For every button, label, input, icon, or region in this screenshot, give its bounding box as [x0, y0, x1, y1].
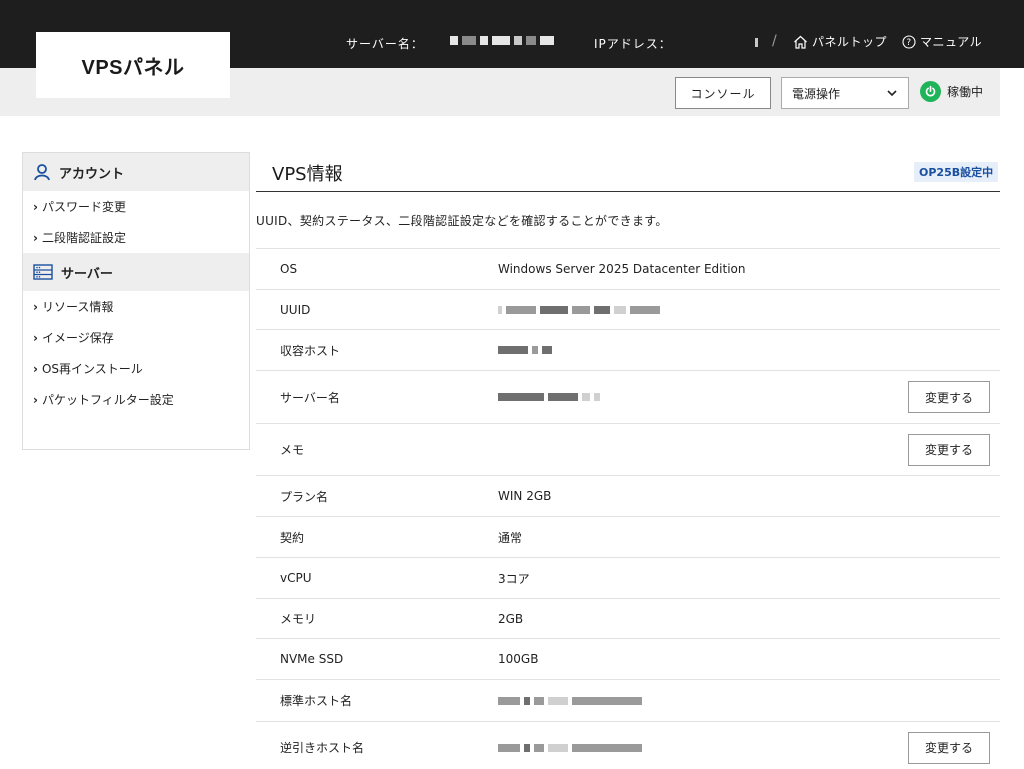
row-label: 収容ホスト: [280, 343, 341, 358]
table-row-os: OS Windows Server 2025 Datacenter Editio…: [256, 248, 1000, 289]
row-value: 通常: [498, 530, 523, 545]
row-label: 逆引きホスト名: [280, 741, 365, 755]
table-row-contract: 契約 通常: [256, 516, 1000, 557]
manual-label: マニュアル: [920, 35, 983, 49]
help-icon: ?: [902, 34, 916, 49]
sidebar-item-label: リソース情報: [41, 300, 114, 314]
sidebar-item-label: パスワード変更: [41, 200, 126, 214]
sidebar-item-label: 二段階認証設定: [41, 231, 126, 245]
row-label: プラン名: [280, 489, 329, 504]
page-description: UUID、契約ステータス、二段階認証設定などを確認することができます。: [256, 214, 668, 228]
table-row-plan: プラン名 WIN 2GB: [256, 475, 1000, 516]
server-name-label: サーバー名：: [346, 37, 424, 51]
row-label: vCPU: [280, 571, 312, 585]
row-label: メモ: [280, 443, 305, 457]
vps-info-table: OS Windows Server 2025 Datacenter Editio…: [256, 248, 1000, 769]
table-row-uuid: UUID: [256, 289, 1000, 329]
row-label: メモリ: [280, 612, 317, 626]
table-row-standard-hostname: 標準ホスト名: [256, 679, 1000, 721]
sidebar-item-password-change[interactable]: › パスワード変更: [23, 191, 249, 222]
row-value: 100GB: [498, 652, 539, 666]
logo-text: VPSパネル: [81, 56, 185, 79]
status-label: 稼働中: [947, 85, 984, 99]
manual-link[interactable]: ? マニュアル: [902, 33, 982, 50]
server-icon: [33, 264, 53, 280]
page-title: VPS情報: [272, 164, 343, 185]
redacted-value: [498, 743, 642, 752]
panel-top-link[interactable]: パネルトップ: [793, 33, 887, 50]
redacted-value: [498, 393, 600, 401]
redacted-value: [498, 305, 660, 314]
power-operation-select[interactable]: 電源操作: [781, 77, 909, 109]
home-icon: [794, 35, 807, 49]
table-row-memory: メモリ 2GB: [256, 598, 1000, 638]
sidebar-item-os-reinstall[interactable]: › OS再インストール: [23, 353, 249, 384]
sidebar-item-packet-filter[interactable]: › パケットフィルター設定: [23, 384, 249, 415]
row-label: 標準ホスト名: [280, 694, 353, 708]
power-select-value: 電源操作: [792, 86, 841, 101]
power-icon: [920, 81, 941, 102]
sidebar-section-server: サーバー: [23, 253, 249, 291]
ip-address-value: [755, 38, 759, 47]
server-name-value: [450, 36, 554, 45]
sidebar-section-title: サーバー: [61, 266, 113, 282]
row-label: OS: [280, 262, 298, 276]
person-icon: [34, 164, 50, 181]
sidebar-item-resource-info[interactable]: › リソース情報: [23, 291, 249, 322]
sidebar-section-title: アカウント: [59, 166, 125, 182]
sidebar-item-label: イメージ保存: [41, 331, 114, 345]
row-value: WIN 2GB: [498, 489, 552, 503]
redacted-value: [498, 696, 642, 705]
table-row-ssd: NVMe SSD 100GB: [256, 638, 1000, 679]
title-divider: [256, 191, 1000, 192]
sidebar-item-two-factor[interactable]: › 二段階認証設定: [23, 222, 249, 253]
edit-server-name-button[interactable]: 変更する: [908, 381, 990, 413]
panel-top-label: パネルトップ: [812, 35, 888, 49]
row-label: UUID: [280, 302, 311, 317]
row-label: 契約: [280, 530, 305, 545]
table-row-server-name: サーバー名 変更する: [256, 370, 1000, 423]
row-value: 2GB: [498, 611, 524, 626]
logo[interactable]: VPSパネル: [36, 32, 230, 98]
sidebar-item-image-save[interactable]: › イメージ保存: [23, 322, 249, 353]
table-row-reverse-hostname: 逆引きホスト名 変更する: [256, 721, 1000, 769]
sidebar-section-account: アカウント: [23, 153, 249, 191]
table-row-memo: メモ 変更する: [256, 423, 1000, 475]
sidebar-item-label: OS再インストール: [41, 362, 143, 376]
edit-reverse-hostname-button[interactable]: 変更する: [908, 731, 990, 764]
row-value: Windows Server 2025 Datacenter Edition: [498, 262, 746, 276]
redacted-value: [498, 346, 552, 354]
server-status: 稼働中: [920, 81, 983, 102]
svg-text:?: ?: [906, 38, 911, 48]
table-row-vcpu: vCPU 3コア: [256, 557, 1000, 598]
sidebar-item-label: パケットフィルター設定: [41, 393, 174, 407]
table-row-host: 収容ホスト: [256, 329, 1000, 370]
header-separator: /: [772, 33, 777, 49]
row-value: 3コア: [498, 571, 530, 586]
edit-memo-button[interactable]: 変更する: [908, 433, 990, 466]
row-label: NVMe SSD: [280, 652, 344, 666]
console-button[interactable]: コンソール: [675, 77, 771, 109]
sidebar: アカウント › パスワード変更 › 二段階認証設定 サーバー › リソース情報 › イメ…: [22, 152, 250, 450]
ip-address-label: IPアドレス：: [594, 37, 672, 51]
chevron-down-icon: [887, 90, 897, 97]
op25b-status-badge: OP25B設定中: [914, 162, 999, 182]
row-label: サーバー名: [280, 390, 340, 405]
